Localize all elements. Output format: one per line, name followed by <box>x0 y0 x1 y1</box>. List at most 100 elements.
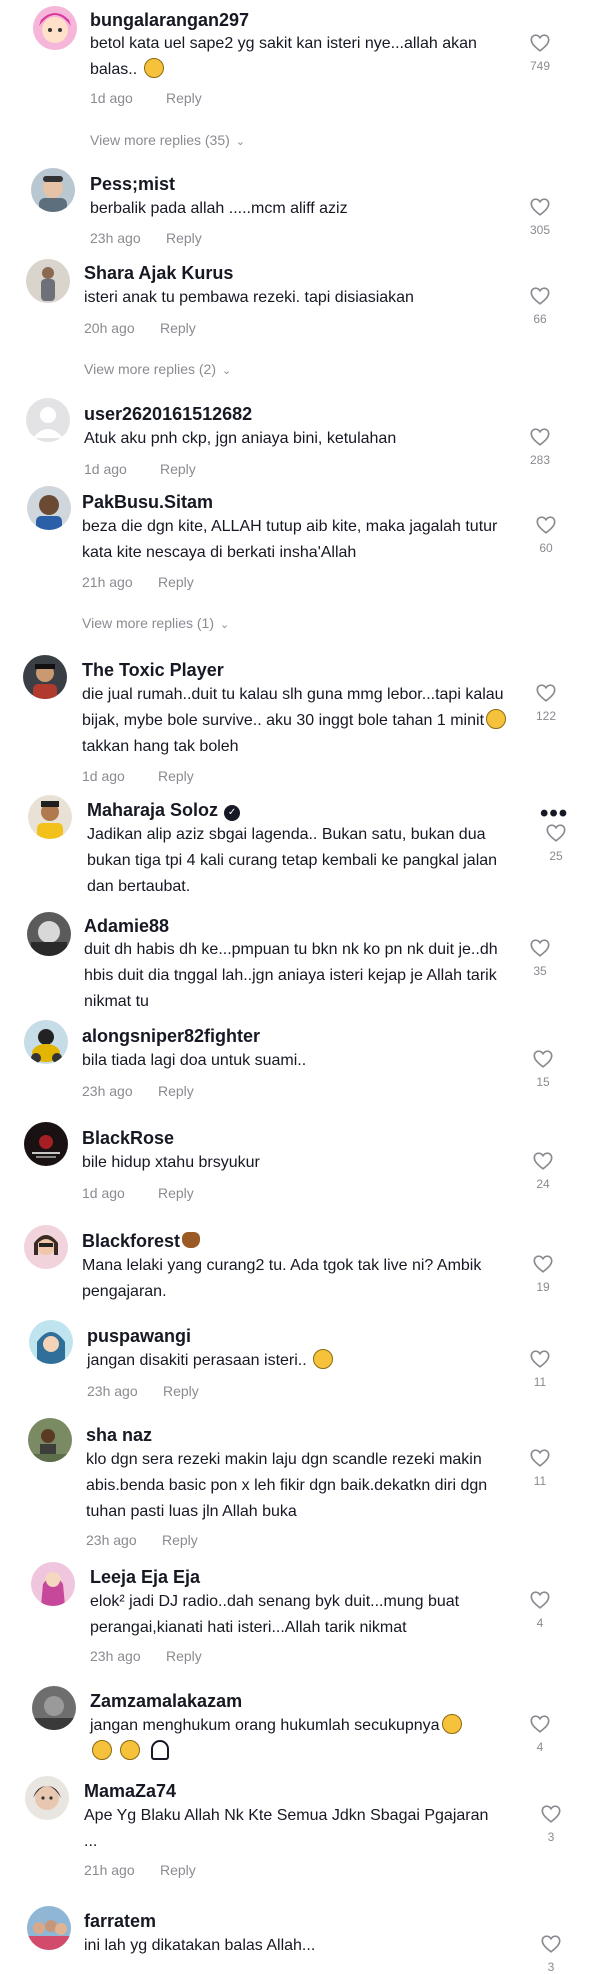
comment-time: 21h ago <box>82 574 133 590</box>
like-button[interactable]: 11 <box>520 1447 560 1488</box>
like-count: 305 <box>529 223 551 237</box>
comment-meta: 20h ago Reply <box>84 320 196 336</box>
like-button[interactable]: 749 <box>520 32 560 73</box>
view-more-replies-button[interactable]: View more replies (1) ⌄ <box>82 615 229 631</box>
heart-icon <box>532 1048 554 1070</box>
avatar[interactable] <box>32 1686 76 1730</box>
avatar[interactable] <box>27 1906 71 1950</box>
like-count: 19 <box>536 1280 550 1294</box>
reply-button[interactable]: Reply <box>166 230 202 246</box>
avatar[interactable] <box>28 1418 72 1462</box>
avatar[interactable] <box>27 912 71 956</box>
like-count: 4 <box>536 1616 544 1630</box>
like-button[interactable]: 60 <box>526 514 566 555</box>
comment-meta: 1d ago Reply <box>84 461 196 477</box>
comment-text: isteri anak tu pembawa rezeki. tapi disi… <box>84 289 414 306</box>
heart-icon <box>529 285 551 307</box>
like-count: 11 <box>533 1474 547 1488</box>
reply-button[interactable]: Reply <box>158 768 194 784</box>
username[interactable]: Shara Ajak Kurus <box>84 262 233 284</box>
worried-face-emoji-icon <box>313 1349 334 1369</box>
heart-icon <box>529 1447 551 1469</box>
username[interactable]: The Toxic Player <box>82 659 224 681</box>
avatar[interactable] <box>31 168 75 212</box>
comment-text: jangan disakiti perasaan isteri.. <box>87 1348 517 1374</box>
like-button[interactable]: 24 <box>523 1150 563 1191</box>
comment-meta: 23h ago Reply <box>90 230 202 246</box>
username[interactable]: farratem <box>84 1910 156 1932</box>
reply-button[interactable]: Reply <box>160 1862 196 1878</box>
username[interactable]: bungalarangan297 <box>90 9 249 31</box>
heart-icon <box>529 196 551 218</box>
chevron-down-icon: ⌄ <box>220 619 230 631</box>
avatar[interactable] <box>24 1020 68 1064</box>
reply-button[interactable]: Reply <box>166 1648 202 1664</box>
avatar[interactable] <box>33 6 77 50</box>
like-count: 24 <box>536 1177 550 1191</box>
like-button[interactable]: 25 <box>536 822 576 863</box>
bear-emoji-icon <box>182 1232 201 1248</box>
avatar[interactable] <box>26 259 70 303</box>
reply-button[interactable]: Reply <box>160 461 196 477</box>
username[interactable]: alongsniper82fighter <box>82 1025 260 1047</box>
like-button[interactable]: 35 <box>520 937 560 978</box>
reply-button[interactable]: Reply <box>158 1185 194 1201</box>
comment-text: duit dh habis dh ke...pmpuan tu bkn nk k… <box>84 941 498 1010</box>
avatar[interactable] <box>25 1776 69 1820</box>
like-button[interactable]: 3 <box>531 1803 571 1844</box>
avatar[interactable] <box>24 1225 68 1269</box>
like-button[interactable]: 3 <box>531 1933 571 1974</box>
avatar[interactable] <box>29 1320 73 1364</box>
username[interactable]: Leeja Eja Eja <box>90 1566 200 1588</box>
like-button[interactable]: 4 <box>520 1713 560 1754</box>
comment-time: 1d ago <box>84 461 127 477</box>
heart-icon <box>535 514 557 536</box>
avatar[interactable] <box>27 486 71 530</box>
like-button[interactable]: 305 <box>520 196 560 237</box>
username[interactable]: Adamie88 <box>84 915 169 937</box>
avatar[interactable] <box>23 655 67 699</box>
username[interactable]: sha naz <box>86 1424 152 1446</box>
avatar[interactable] <box>31 1562 75 1606</box>
chevron-down-icon: ⌄ <box>222 365 232 377</box>
username[interactable]: PakBusu.Sitam <box>82 491 213 513</box>
heart-icon <box>535 682 557 704</box>
reply-button[interactable]: Reply <box>158 1083 194 1099</box>
heart-icon <box>532 1150 554 1172</box>
reply-button[interactable]: Reply <box>163 1383 199 1399</box>
like-button[interactable]: 283 <box>520 426 560 467</box>
avatar[interactable] <box>24 1122 68 1166</box>
username[interactable]: puspawangi <box>87 1325 191 1347</box>
heart-icon <box>529 1589 551 1611</box>
username[interactable]: user2620161512682 <box>84 403 252 425</box>
reply-button[interactable]: Reply <box>160 320 196 336</box>
like-button[interactable]: 4 <box>520 1589 560 1630</box>
username[interactable]: MamaZa74 <box>84 1780 176 1802</box>
like-button[interactable]: 11 <box>520 1348 560 1389</box>
view-more-replies-button[interactable]: View more replies (2) ⌄ <box>84 361 231 377</box>
like-button[interactable]: 66 <box>520 285 560 326</box>
username[interactable]: Pess;mist <box>90 173 175 195</box>
comment-text: ini lah yg dikatakan balas Allah... <box>84 1937 316 1954</box>
avatar[interactable] <box>28 795 72 839</box>
comment-text: Jadikan alip aziz sbgai lagenda.. Bukan … <box>87 826 498 895</box>
heart-icon <box>529 32 551 54</box>
reply-button[interactable]: Reply <box>166 90 202 106</box>
comment-meta: 23h ago Reply <box>90 1648 202 1664</box>
comment-time: 23h ago <box>87 1383 138 1399</box>
reply-button[interactable]: Reply <box>158 574 194 590</box>
heart-icon <box>529 1348 551 1370</box>
username[interactable]: Blackforest <box>82 1230 201 1252</box>
comment-text: berbalik pada allah .....mcm aliff aziz <box>90 200 348 217</box>
username[interactable]: Zamzamalakazam <box>90 1690 242 1712</box>
like-button[interactable]: 122 <box>526 682 566 723</box>
comment-time: 23h ago <box>90 1648 141 1664</box>
like-button[interactable]: 15 <box>523 1048 563 1089</box>
like-button[interactable]: 19 <box>523 1253 563 1294</box>
comment-text: klo dgn sera rezeki makin laju dgn scand… <box>86 1451 488 1520</box>
reply-button[interactable]: Reply <box>162 1532 198 1548</box>
view-more-replies-button[interactable]: View more replies (35) ⌄ <box>90 132 245 148</box>
username[interactable]: BlackRose <box>82 1127 174 1149</box>
username[interactable]: Maharaja Soloz ✓ <box>87 799 241 821</box>
avatar[interactable] <box>26 398 70 442</box>
